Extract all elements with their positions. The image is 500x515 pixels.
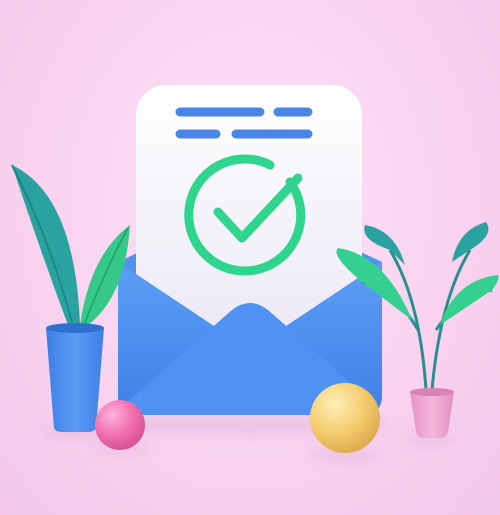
ball-icon xyxy=(310,383,380,453)
illustration-scene xyxy=(0,0,500,515)
ball-icon xyxy=(95,400,145,450)
email-confirmation-illustration xyxy=(11,85,499,461)
plant-icon xyxy=(11,164,130,432)
